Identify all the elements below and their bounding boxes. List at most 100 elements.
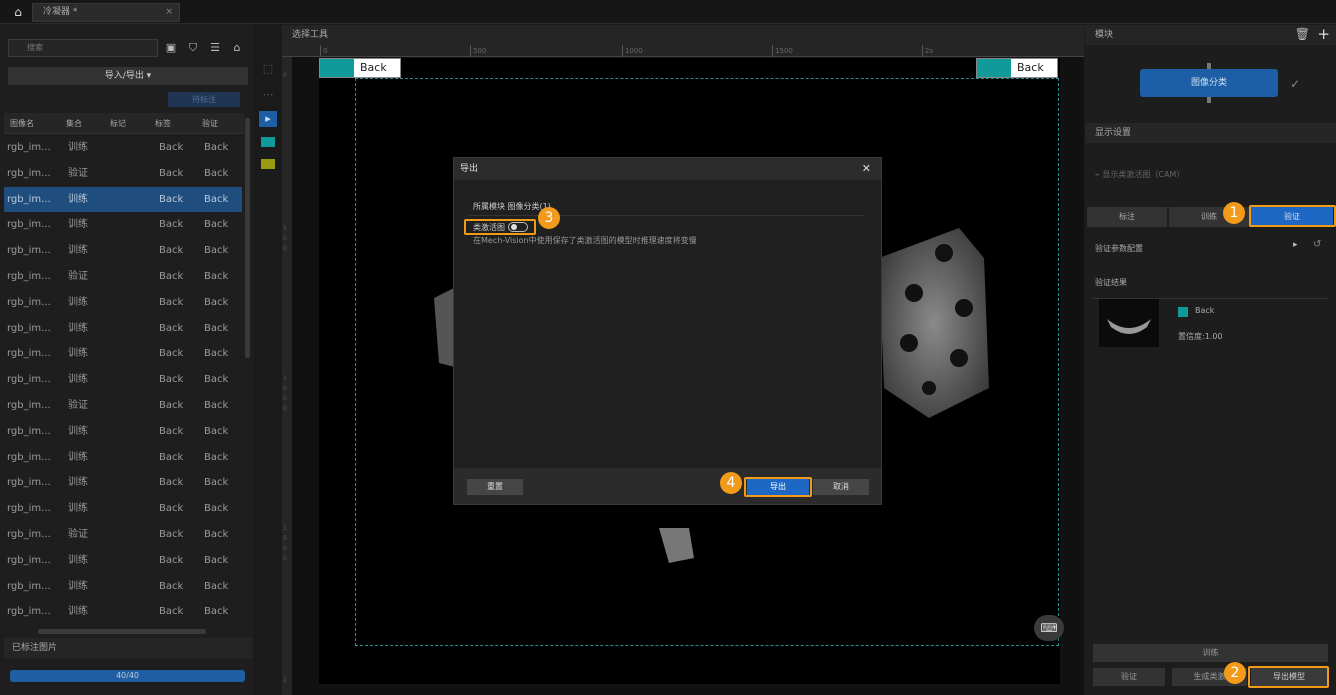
cell-verify: Back (204, 400, 229, 411)
horizontal-scrollbar[interactable] (38, 629, 206, 634)
expand-arrow-icon[interactable]: ▸ (1293, 240, 1298, 250)
col-verify[interactable]: 验证 (202, 113, 218, 134)
cell-name: rgb_im... (7, 167, 51, 179)
table-row[interactable]: rgb_im... 训练 Back Back (4, 470, 242, 496)
table-row[interactable]: rgb_im... 训练 Back Back (4, 548, 242, 574)
verify-button[interactable]: 验证 (1093, 668, 1165, 686)
camera-icon[interactable]: ⌂ (230, 41, 244, 55)
vertical-scrollbar[interactable] (245, 118, 250, 358)
cell-set: 验证 (68, 271, 88, 282)
ruler-tick: 0 (283, 405, 287, 412)
cell-name: rgb_im... (7, 142, 51, 153)
result-thumbnail[interactable] (1099, 299, 1159, 347)
ruler-tick: 2 (283, 677, 287, 684)
col-set[interactable]: 集合 (66, 113, 82, 134)
table-row[interactable]: rgb_im... 训练 Back Back (4, 238, 242, 264)
cell-verify: Back (204, 606, 229, 618)
table-row[interactable]: rgb_im... 验证 Back Back (4, 393, 242, 419)
ruler-tick: 0 (283, 245, 287, 252)
table-row[interactable]: rgb_im... 训练 Back Back (4, 599, 242, 625)
cell-set: 训练 (68, 219, 88, 231)
table-row[interactable]: rgb_im... 验证 Back Back (4, 161, 242, 187)
cell-verify: Back (204, 425, 229, 437)
label-tag-left: Back (319, 58, 401, 78)
cell-name: rgb_im... (7, 477, 51, 489)
table-row[interactable]: rgb_im... 训练 Back Back (4, 367, 242, 393)
ruler-tick: 5 (283, 535, 287, 542)
col-mark[interactable]: 标记 (110, 113, 126, 134)
col-label[interactable]: 标签 (155, 113, 171, 134)
train-button[interactable]: 训练 (1093, 644, 1328, 662)
keyboard-icon[interactable]: ⌨ (1034, 615, 1064, 641)
close-icon[interactable]: ✕ (862, 158, 871, 180)
cell-verify: Back (204, 271, 229, 282)
ruler-tick: 0 (283, 72, 287, 79)
step-badge-4: 4 (720, 472, 742, 494)
table-row[interactable]: rgb_im... 训练 Back Back (4, 574, 242, 600)
image-filter-icon[interactable]: ▣ (164, 41, 178, 55)
table-row[interactable]: rgb_im... 训练 Back Back (4, 186, 242, 213)
filter-icon[interactable]: ⛉ (186, 41, 200, 55)
table-row[interactable]: rgb_im... 训练 Back Back (4, 445, 242, 471)
cell-name: rgb_im... (7, 271, 51, 282)
tool-strip: ⬚ ⋯ ▸ (255, 25, 281, 695)
cancel-button[interactable]: 取消 (813, 479, 869, 495)
trash-icon[interactable]: 🗑 (1295, 27, 1310, 41)
image-list-panel: ⌕ 搜索 ▣ ⛉ ☰ ⌂ 导入/导出 ▾ 待标注 图像名 集合 标记 标签 验证… (0, 25, 254, 695)
table-row[interactable]: rgb_im... 训练 Back Back (4, 212, 242, 238)
cell-set: 训练 (68, 451, 88, 463)
ruler-tick: 500 (470, 45, 486, 57)
tab-close-icon[interactable]: × (165, 4, 173, 21)
list-icon[interactable]: ☰ (208, 41, 222, 55)
add-icon[interactable]: + (1317, 25, 1330, 43)
table-row[interactable]: rgb_im... 验证 Back Back (4, 264, 242, 290)
cell-label: Back (159, 374, 184, 386)
teal-label-swatch[interactable] (261, 137, 275, 147)
dialog-footer: 重置 导出 取消 (454, 468, 881, 504)
cell-name: rgb_im... (7, 193, 51, 205)
cell-verify: Back (204, 554, 229, 566)
cell-label: Back (159, 142, 184, 153)
table-row[interactable]: rgb_im... 训练 Back Back (4, 419, 242, 445)
table-row[interactable]: rgb_im... 训练 Back Back (4, 290, 242, 316)
module-node[interactable]: 图像分类 (1140, 69, 1278, 97)
label-tag-text: Back (1017, 61, 1044, 74)
cell-verify: Back (204, 296, 229, 308)
to-label-button[interactable]: 待标注 (168, 92, 240, 107)
ruler-tick: 2s (922, 45, 933, 57)
module-panel: 模块 🗑 + 图像分类 ✓ 显示设置 ⌁ 显示类激活图（CAM） 标注 训练 验… (1085, 25, 1336, 695)
reset-icon[interactable]: ↺ (1313, 239, 1321, 250)
cell-verify: Back (204, 322, 229, 334)
table-row[interactable]: rgb_im... 训练 Back Back (4, 341, 242, 367)
cell-label: Back (159, 554, 184, 566)
import-export-button[interactable]: 导入/导出 ▾ (8, 67, 248, 85)
cell-label: Back (159, 296, 184, 308)
cell-set: 训练 (68, 606, 88, 618)
ruler-tick: 0 (283, 395, 287, 402)
cell-label: Back (159, 322, 184, 334)
label-color-swatch (977, 59, 1011, 77)
table-row[interactable]: rgb_im... 训练 Back Back (4, 316, 242, 342)
tab-project[interactable]: 冷凝器 * × (32, 3, 180, 22)
select-tool-icon[interactable]: ▸ (259, 111, 277, 127)
reset-button[interactable]: 重置 (467, 479, 523, 495)
left-ruler: 0 5 0 0 1 0 0 0 1 5 0 0 2 (282, 57, 292, 695)
check-icon: ✓ (1290, 77, 1301, 91)
table-row[interactable]: rgb_im... 训练 Back Back (4, 135, 242, 161)
cell-set: 验证 (68, 400, 88, 411)
tab-label[interactable]: 标注 (1087, 207, 1167, 227)
table-row[interactable]: rgb_im... 训练 Back Back (4, 496, 242, 522)
cell-label: Back (159, 271, 184, 282)
export-dialog: 导出 ✕ 所属模块 图像分类(1) 类激活图 在Mech-Vision中使用保存… (453, 157, 882, 505)
col-image-name[interactable]: 图像名 (10, 113, 34, 134)
ruler-tick: 1500 (772, 45, 793, 57)
ruler-tick: 1 (283, 375, 287, 382)
smart-select-icon[interactable]: ⬚ (259, 61, 277, 77)
verify-result-label: 验证结果 (1095, 278, 1127, 287)
rect-select-icon[interactable]: ⋯ (259, 87, 277, 103)
yellow-label-swatch[interactable] (261, 159, 275, 169)
table-row[interactable]: rgb_im... 验证 Back Back (4, 522, 242, 548)
cam-display-toggle[interactable]: ⌁ 显示类激活图（CAM） (1095, 169, 1184, 180)
home-icon[interactable]: ⌂ (10, 4, 26, 20)
search-input[interactable]: 搜索 (8, 39, 158, 57)
